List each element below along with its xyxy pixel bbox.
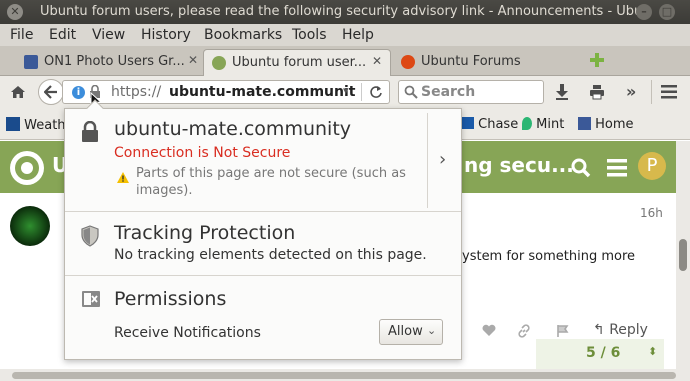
permission-notifications-label: Receive Notifications (114, 325, 261, 341)
tracking-protection-title: Tracking Protection (114, 222, 296, 244)
menu-help[interactable]: Help (342, 27, 374, 43)
menu-edit[interactable]: Edit (49, 27, 76, 43)
search-icon[interactable] (571, 158, 591, 178)
bookmark-chase[interactable]: Chase (462, 117, 518, 132)
minimize-icon: – (641, 5, 647, 18)
window-title: Ubuntu forum users, please read the foll… (40, 4, 643, 19)
reply-button[interactable]: ↰ Reply (593, 322, 648, 338)
close-icon: ✕ (10, 5, 20, 18)
bookmark-label: Home (595, 117, 634, 132)
permissions-icon (82, 291, 100, 307)
tab-close-icon[interactable]: ✕ (188, 53, 198, 67)
tracking-protection-desc: No tracking elements detected on this pa… (114, 247, 427, 263)
window-minimize-button[interactable]: – (636, 4, 652, 20)
window-maximize-button[interactable]: □ (659, 4, 675, 20)
user-avatar[interactable]: P (638, 152, 666, 180)
hamburger-menu-icon[interactable] (661, 85, 677, 99)
url-scheme: https:// (111, 84, 162, 100)
facebook-icon (578, 117, 591, 130)
tab-on1[interactable]: ON1 Photo Users Gr... ✕ (16, 49, 206, 76)
lock-icon (82, 121, 98, 142)
url-host: ubuntu-mate.communit (169, 84, 356, 100)
site-info-popup: ubuntu-mate.community Connection is Not … (64, 99, 462, 360)
menu-bookmarks[interactable]: Bookmarks (204, 27, 282, 43)
search-bar[interactable]: Search (398, 80, 544, 104)
post-text: ystem for something more (462, 249, 635, 264)
tab-close-icon[interactable]: ✕ (372, 54, 382, 68)
link-icon[interactable] (517, 324, 531, 338)
poster-avatar[interactable] (10, 206, 50, 246)
chevron-down-icon: ⌄ (427, 324, 437, 337)
warning-icon (117, 172, 129, 183)
back-button[interactable] (38, 79, 64, 105)
bookmark-label: Mint (536, 117, 565, 132)
title-bar: ✕ Ubuntu forum users, please read the fo… (0, 0, 690, 24)
bookmark-home[interactable]: Home (578, 117, 634, 132)
progress-toggle-icon[interactable]: ⬍ (648, 345, 657, 358)
post-time: 16h (640, 206, 663, 220)
connection-status: Connection is Not Secure (114, 145, 291, 161)
hamburger-menu-icon[interactable] (607, 159, 627, 177)
window-close-button[interactable]: ✕ (7, 4, 23, 20)
info-icon[interactable]: i (72, 86, 85, 99)
ubuntu-mate-logo[interactable] (10, 151, 44, 185)
menu-view[interactable]: View (92, 27, 125, 43)
reply-icon: ↰ (593, 322, 605, 338)
scroll-thumb[interactable] (679, 239, 687, 271)
facebook-icon (24, 55, 38, 69)
menu-file[interactable]: File (10, 27, 33, 43)
url-bar[interactable]: i https:// ubuntu-mate.communit ▾ (62, 80, 390, 110)
bookmark-mint[interactable]: Mint (522, 117, 564, 132)
security-details-button[interactable]: › (428, 113, 460, 208)
flag-icon[interactable] (556, 324, 570, 338)
menu-bar: File Edit View History Bookmarks Tools H… (0, 24, 690, 46)
bookmark-label: Chase (478, 117, 519, 132)
home-icon[interactable] (10, 84, 26, 100)
permissions-title: Permissions (114, 288, 227, 310)
maximize-icon: □ (661, 5, 673, 18)
horizontal-scrollbar[interactable] (0, 369, 690, 381)
url-dropdown-icon[interactable]: ▾ (343, 84, 349, 97)
menu-tools[interactable]: Tools (292, 27, 327, 43)
chevron-right-icon: › (439, 149, 447, 170)
back-arrow-icon (44, 85, 57, 99)
overflow-chevron-icon[interactable]: » (626, 82, 636, 101)
print-icon[interactable] (589, 84, 605, 100)
vertical-scrollbar[interactable] (676, 141, 690, 369)
search-icon (404, 85, 418, 99)
chase-icon (462, 117, 474, 129)
topic-title-right: ng secu... (464, 153, 574, 177)
like-heart-icon[interactable] (482, 324, 496, 337)
tab-ubuntu-mate[interactable]: Ubuntu forum user... ✕ (203, 49, 391, 76)
progress-box[interactable]: 5 / 6 ⬍ (536, 339, 664, 369)
ubuntu-mate-icon (212, 56, 226, 70)
new-tab-icon[interactable] (589, 52, 605, 68)
progress-text: 5 / 6 (586, 345, 621, 361)
tab-label: Ubuntu forum user... (232, 55, 367, 70)
tab-bar: ON1 Photo Users Gr... ✕ Ubuntu forum use… (0, 46, 690, 76)
tab-label: Ubuntu Forums (421, 54, 521, 69)
site-host: ubuntu-mate.community (114, 118, 352, 140)
permission-notifications-select[interactable]: Allow ⌄ (379, 319, 443, 345)
menu-history[interactable]: History (141, 27, 191, 43)
mint-icon (522, 117, 532, 130)
weather-icon (6, 117, 20, 131)
download-icon[interactable] (555, 83, 569, 101)
reload-icon[interactable] (369, 85, 383, 99)
nav-bar: i https:// ubuntu-mate.communit ▾ Search… (0, 76, 690, 110)
reply-label: Reply (609, 322, 648, 338)
search-placeholder: Search (421, 84, 476, 100)
tab-ubuntu-forums[interactable]: Ubuntu Forums (393, 49, 583, 76)
mixed-content-warning: Parts of this page are not secure (such … (136, 166, 406, 198)
tab-label: ON1 Photo Users Gr... (44, 54, 185, 69)
ubuntu-icon (401, 55, 415, 69)
shield-icon (81, 225, 99, 247)
permission-value: Allow (388, 324, 423, 339)
scroll-thumb[interactable] (12, 372, 676, 379)
